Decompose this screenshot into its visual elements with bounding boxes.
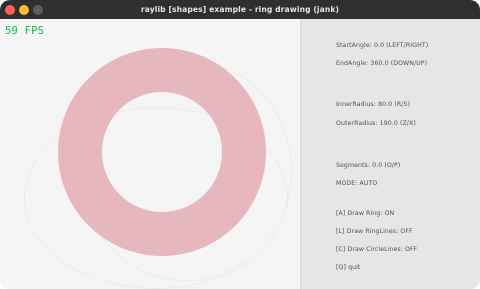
draw-circlelines-text: [C] Draw CircleLines: OFF <box>336 246 418 253</box>
outer-radius-text: OuterRadius: 190.0 (Z/X) <box>336 120 416 127</box>
draw-ringlines-text: [L] Draw RingLines: OFF <box>336 228 413 235</box>
ring-fill <box>58 48 266 256</box>
start-angle-text: StartAngle: 0.0 (LEFT/RIGHT) <box>336 42 429 49</box>
fps-counter: 59 FPS <box>5 25 45 37</box>
app-window: raylib [shapes] example - ring drawing (… <box>0 0 480 289</box>
segments-text: Segments: 0.0 (O/P) <box>336 162 401 169</box>
ring-shape <box>58 48 266 256</box>
inner-radius-text: InnerRadius: 80.0 (R/S) <box>336 101 410 108</box>
drawing-canvas[interactable]: 59 FPS StartAngle: 0.0 (LEFT/RIGHT) EndA… <box>0 19 480 289</box>
mode-text: MODE: AUTO <box>336 180 378 187</box>
window-title: raylib [shapes] example - ring drawing (… <box>140 5 340 14</box>
quit-text: [Q] quit <box>336 264 361 271</box>
controls-info-panel: StartAngle: 0.0 (LEFT/RIGHT) EndAngle: 3… <box>300 19 480 289</box>
end-angle-text: EndAngle: 360.0 (DOWN/UP) <box>336 60 428 67</box>
title-bar[interactable]: raylib [shapes] example - ring drawing (… <box>0 0 480 19</box>
draw-ring-text: [A] Draw Ring: ON <box>336 210 395 217</box>
